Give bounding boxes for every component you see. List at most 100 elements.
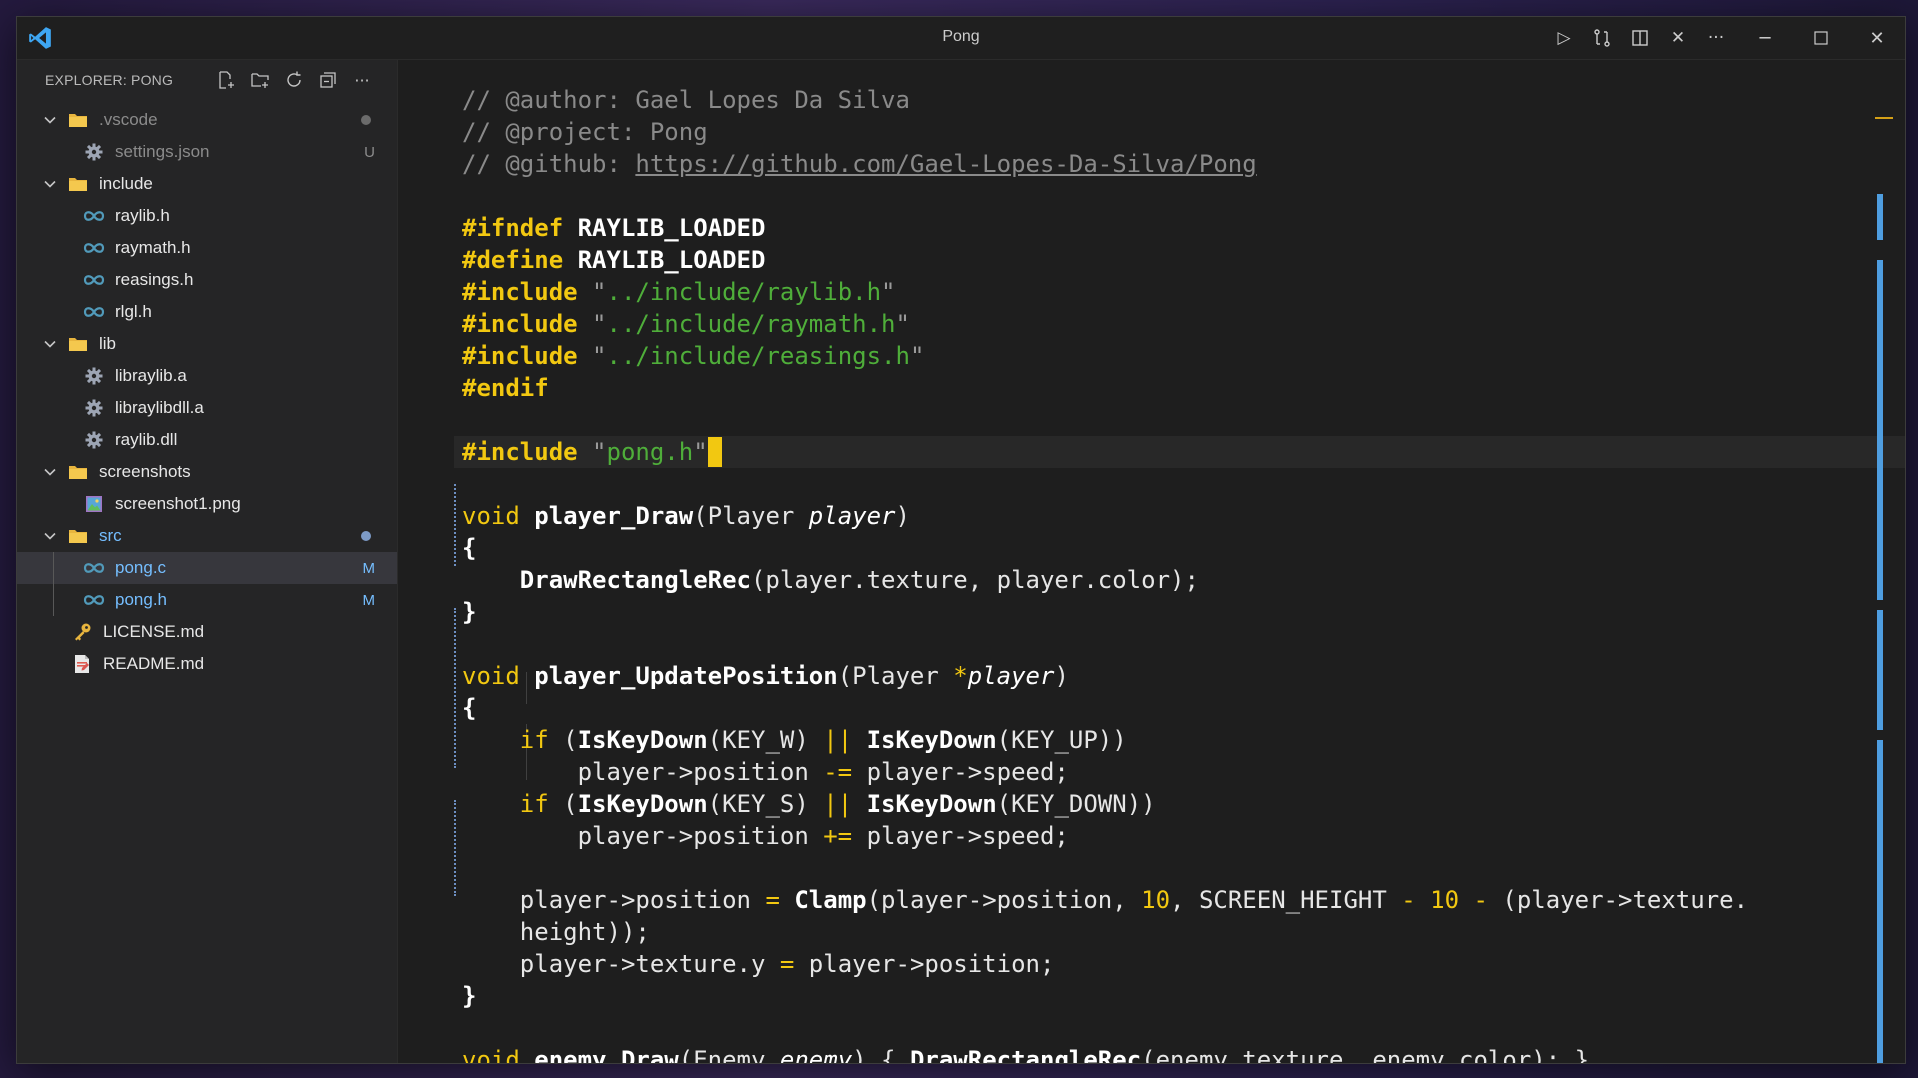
- tree-item-label: LICENSE.md: [103, 622, 205, 641]
- code-token: ||: [823, 790, 853, 818]
- maximize-icon[interactable]: [1793, 17, 1849, 59]
- file-item[interactable]: pong.h M: [17, 584, 397, 616]
- file-item[interactable]: raymath.h: [17, 232, 397, 264]
- file-item[interactable]: screenshot1.png: [17, 488, 397, 520]
- file-item[interactable]: reasings.h: [17, 264, 397, 296]
- code-token: 10: [1430, 886, 1460, 914]
- code-line[interactable]: player->position = Clamp(player->positio…: [462, 884, 1748, 916]
- code-token: player_Draw: [534, 502, 694, 530]
- code-token: ": [881, 278, 896, 306]
- code-line[interactable]: {: [462, 532, 1748, 564]
- code-line[interactable]: [462, 1012, 1748, 1044]
- code-line[interactable]: #define RAYLIB_LOADED: [462, 244, 1748, 276]
- code-line[interactable]: // @project: Pong: [462, 116, 1748, 148]
- code-line[interactable]: if (IsKeyDown(KEY_S) || IsKeyDown(KEY_DO…: [462, 788, 1748, 820]
- change-marker: [454, 800, 458, 896]
- run-icon[interactable]: ▷: [1545, 17, 1583, 59]
- code-line[interactable]: }: [462, 596, 1748, 628]
- code-content[interactable]: // @author: Gael Lopes Da Silva // @proje…: [454, 84, 1905, 1063]
- file-item[interactable]: libraylibdll.a: [17, 392, 397, 424]
- chevron-down-icon[interactable]: [41, 111, 59, 129]
- file-item[interactable]: LICENSE.md: [17, 616, 397, 648]
- file-item[interactable]: pong.c M: [17, 552, 397, 584]
- code-line[interactable]: void enemy_Draw(Enemy enemy) { DrawRecta…: [462, 1044, 1748, 1063]
- folder-icon: [67, 462, 89, 482]
- more-actions-icon[interactable]: ···: [1697, 17, 1735, 59]
- tree-item-label: libraylibdll.a: [115, 398, 204, 417]
- code-line[interactable]: }: [462, 980, 1748, 1012]
- close-window-icon[interactable]: ✕: [1849, 17, 1905, 59]
- code-token: #endif: [462, 374, 549, 402]
- code-line[interactable]: #include "../include/raymath.h": [462, 308, 1748, 340]
- code-token: #include: [462, 278, 578, 306]
- code-token: IsKeyDown: [577, 790, 708, 818]
- code-token: ": [895, 310, 910, 338]
- code-line[interactable]: [462, 468, 1748, 500]
- folder-item[interactable]: include: [17, 168, 397, 200]
- code-line[interactable]: void player_UpdatePosition(Player *playe…: [462, 660, 1748, 692]
- code-line[interactable]: #include "pong.h": [454, 436, 1905, 468]
- code-line[interactable]: [462, 404, 1748, 436]
- tree-item-label: include: [99, 174, 153, 193]
- code-line[interactable]: void player_Draw(Player player): [462, 500, 1748, 532]
- folder-item[interactable]: screenshots: [17, 456, 397, 488]
- code-token[interactable]: https://github.com/Gael-Lopes-Da-Silva/P…: [635, 150, 1256, 178]
- code-line[interactable]: {: [462, 692, 1748, 724]
- folder-item[interactable]: .vscode: [17, 104, 397, 136]
- code-line[interactable]: height));: [462, 916, 1748, 948]
- chevron-down-icon[interactable]: [41, 175, 59, 193]
- code-token: #ifndef: [462, 214, 564, 242]
- code-line[interactable]: player->texture.y = player->position;: [462, 948, 1748, 980]
- folder-icon: [67, 526, 89, 546]
- code-line[interactable]: player->position -= player->speed;: [462, 756, 1748, 788]
- code-token: ": [592, 278, 607, 306]
- file-item[interactable]: README.md: [17, 648, 397, 680]
- code-line[interactable]: #ifndef RAYLIB_LOADED: [462, 212, 1748, 244]
- code-editor[interactable]: // @author: Gael Lopes Da Silva // @proje…: [398, 60, 1905, 1063]
- folder-item[interactable]: src: [17, 520, 397, 552]
- explorer-sidebar: EXPLORER: PONG ··· .vscode settings.json…: [17, 60, 398, 1063]
- code-line[interactable]: #include "../include/raylib.h": [462, 276, 1748, 308]
- file-item[interactable]: libraylib.a: [17, 360, 397, 392]
- code-line[interactable]: [462, 628, 1748, 660]
- code-line[interactable]: #include "../include/reasings.h": [462, 340, 1748, 372]
- code-line[interactable]: if (IsKeyDown(KEY_W) || IsKeyDown(KEY_UP…: [462, 724, 1748, 756]
- code-line[interactable]: DrawRectangleRec(player.texture, player.…: [462, 564, 1748, 596]
- new-file-icon[interactable]: [209, 64, 243, 96]
- close-editor-icon[interactable]: ✕: [1659, 17, 1697, 59]
- code-line[interactable]: [462, 180, 1748, 212]
- code-token: pong.h: [606, 438, 694, 466]
- code-line[interactable]: // @github: https://github.com/Gael-Lope…: [462, 148, 1748, 180]
- tree-item-label: reasings.h: [115, 270, 194, 289]
- explorer-more-icon[interactable]: ···: [345, 64, 379, 96]
- folder-item[interactable]: lib: [17, 328, 397, 360]
- collapse-all-icon[interactable]: [311, 64, 345, 96]
- file-item[interactable]: raylib.h: [17, 200, 397, 232]
- folder-icon: [67, 334, 89, 354]
- chevron-down-icon[interactable]: [41, 463, 59, 481]
- new-folder-icon[interactable]: [243, 64, 277, 96]
- code-token: // @project: Pong: [462, 118, 708, 146]
- overview-ruler[interactable]: [1877, 120, 1883, 1063]
- file-item[interactable]: rlgl.h: [17, 296, 397, 328]
- tree-item-label: raylib.dll: [115, 430, 178, 449]
- code-line[interactable]: player->position += player->speed;: [462, 820, 1748, 852]
- code-token: }: [462, 598, 477, 626]
- code-token: (player->position,: [866, 886, 1142, 914]
- git-status-badge: U: [364, 143, 375, 161]
- file-item[interactable]: settings.json U: [17, 136, 397, 168]
- refresh-icon[interactable]: [277, 64, 311, 96]
- minimize-icon[interactable]: ─: [1737, 17, 1793, 59]
- chevron-down-icon[interactable]: [41, 527, 59, 545]
- code-line[interactable]: #endif: [462, 372, 1748, 404]
- tree-item-label: libraylib.a: [115, 366, 187, 385]
- code-token: (KEY_S): [707, 790, 824, 818]
- split-editor-icon[interactable]: [1621, 17, 1659, 59]
- chevron-down-icon[interactable]: [41, 335, 59, 353]
- compare-changes-icon[interactable]: [1583, 17, 1621, 59]
- code-line[interactable]: // @author: Gael Lopes Da Silva: [462, 84, 1748, 116]
- file-item[interactable]: raylib.dll: [17, 424, 397, 456]
- code-line[interactable]: [462, 852, 1748, 884]
